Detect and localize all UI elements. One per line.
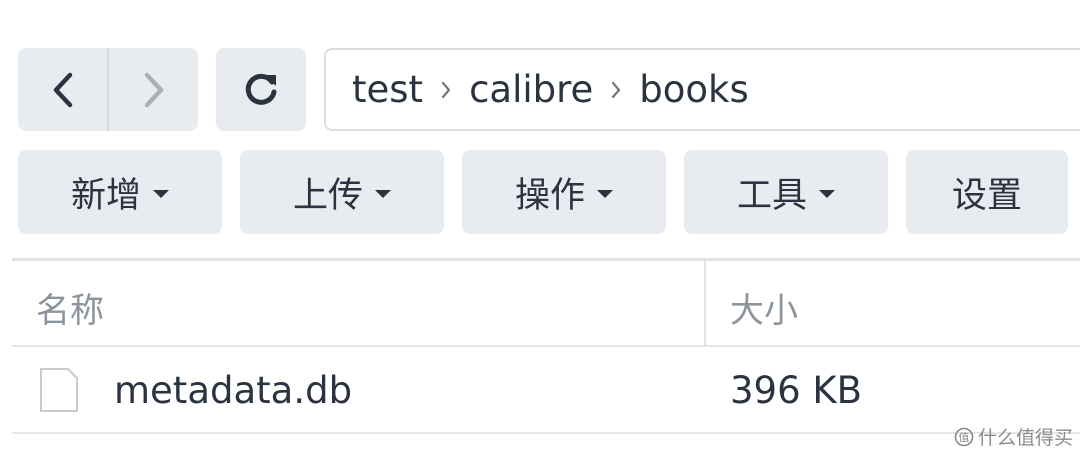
watermark: 值 什么值得买 <box>954 423 1073 450</box>
tools-button-label: 工具 <box>736 175 807 216</box>
file-name: metadata.db <box>114 369 353 412</box>
tools-button[interactable]: 工具 <box>684 150 888 234</box>
table-row[interactable]: metadata.db 396 KB <box>12 347 1080 433</box>
history-nav-group <box>18 48 198 131</box>
upload-button-label: 上传 <box>292 175 363 216</box>
breadcrumb-separator-icon <box>423 79 469 101</box>
table-header: 名称 大小 <box>12 261 1080 346</box>
breadcrumb-item-test[interactable]: test <box>352 71 423 108</box>
action-button-label: 操作 <box>514 175 585 216</box>
upload-button[interactable]: 上传 <box>240 150 444 234</box>
refresh-icon <box>245 73 277 105</box>
watermark-logo-icon: 值 <box>954 427 974 446</box>
caret-down-icon <box>153 190 169 198</box>
svg-text:值: 值 <box>959 431 970 444</box>
caret-down-icon <box>375 190 391 198</box>
caret-down-icon <box>597 190 613 198</box>
column-resize-handle[interactable] <box>704 261 706 346</box>
settings-button[interactable]: 设置 <box>906 150 1068 234</box>
action-button[interactable]: 操作 <box>462 150 666 234</box>
chevron-left-icon <box>53 72 72 107</box>
path-bar[interactable]: test calibre books <box>324 48 1080 131</box>
column-header-name[interactable]: 名称 <box>36 283 104 332</box>
breadcrumb-separator-icon <box>593 79 639 101</box>
breadcrumb-item-calibre[interactable]: calibre <box>469 71 593 108</box>
forward-button[interactable] <box>109 48 198 131</box>
create-button-label: 新增 <box>70 175 141 216</box>
refresh-button[interactable] <box>216 48 306 131</box>
file-size: 396 KB <box>730 369 863 412</box>
column-header-size[interactable]: 大小 <box>730 283 798 332</box>
watermark-text: 什么值得买 <box>978 427 1074 449</box>
breadcrumb-item-books[interactable]: books <box>639 71 748 108</box>
back-button[interactable] <box>18 48 107 131</box>
row-divider <box>12 432 1080 434</box>
caret-down-icon <box>819 190 835 198</box>
file-icon <box>40 368 78 412</box>
chevron-right-icon <box>144 72 163 107</box>
create-button[interactable]: 新增 <box>18 150 222 234</box>
settings-button-label: 设置 <box>951 175 1022 216</box>
